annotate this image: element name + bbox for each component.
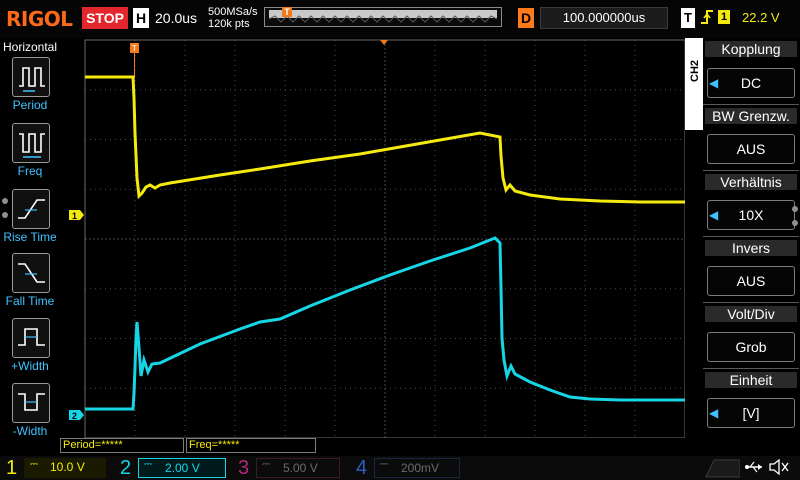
positive-width-icon — [18, 328, 45, 346]
menu-divider — [703, 236, 799, 237]
freq-icon — [19, 133, 45, 158]
period-icon — [19, 67, 45, 92]
negative-width-button[interactable] — [12, 383, 50, 423]
bw-limit-title: BW Grenzw. — [705, 108, 797, 124]
freq-button[interactable] — [12, 123, 50, 163]
menu-divider — [703, 170, 799, 171]
memory-window — [268, 10, 498, 23]
timebase-badge: H — [133, 8, 149, 28]
channel-menu-tag: CH2 — [685, 38, 703, 130]
ch4-number[interactable]: 4 — [356, 457, 367, 479]
unit-value[interactable]: [V] — [707, 398, 795, 428]
dc-coupling-icon: ⎓ — [262, 459, 270, 470]
ch3-number[interactable]: 3 — [238, 457, 249, 479]
waveform-display[interactable]: T 1 2 — [60, 38, 685, 438]
rise-time-label: Rise Time — [3, 230, 57, 244]
freq-label: Freq — [17, 164, 43, 178]
invert-value[interactable]: AUS — [707, 266, 795, 296]
period-measurement[interactable]: Period=***** — [60, 438, 184, 453]
fall-time-icon — [18, 263, 45, 283]
brand-logo: RIGOL — [6, 7, 73, 31]
left-arrow-icon: ◀ — [709, 208, 719, 222]
menu-divider — [703, 302, 799, 303]
status-tab-decoration — [705, 459, 740, 478]
negative-width-icon — [18, 393, 45, 411]
volts-div-title: Volt/Div — [705, 306, 797, 322]
rise-time-button[interactable] — [12, 189, 50, 229]
right-scroll-dot — [792, 206, 798, 212]
coupling-title: Kopplung — [705, 41, 797, 57]
coupling-value[interactable]: DC — [707, 68, 795, 98]
left-arrow-icon: ◀ — [709, 76, 719, 90]
positive-width-label: +Width — [11, 359, 49, 373]
fall-time-button[interactable] — [12, 253, 50, 293]
ch1-number[interactable]: 1 — [6, 457, 17, 479]
period-button[interactable] — [12, 57, 50, 97]
dc-coupling-icon: ⎓ — [30, 459, 38, 470]
unit-title: Einheit — [705, 372, 797, 388]
sample-rate: 500MSa/s — [208, 6, 258, 18]
left-arrow-icon: ◀ — [709, 406, 719, 420]
probe-ratio-title: Verhältnis — [705, 174, 797, 190]
dc-coupling-icon: ⎓ — [144, 459, 152, 470]
delay-badge: D — [518, 8, 534, 28]
trigger-level[interactable]: 22.2 V — [742, 10, 780, 25]
svg-text:T: T — [132, 44, 137, 53]
left-menu-title: Horizontal — [3, 40, 58, 54]
freq-measurement[interactable]: Freq=***** — [186, 438, 316, 453]
period-label: Period — [12, 98, 48, 112]
invert-title: Invers — [705, 240, 797, 256]
run-stop-status[interactable]: STOP — [82, 7, 128, 29]
probe-ratio-value[interactable]: 10X — [707, 200, 795, 230]
left-scroll-dot — [2, 212, 8, 218]
memory-trigger-marker: T — [282, 7, 292, 17]
memory-depth: 120k pts — [208, 18, 250, 30]
rise-time-icon — [18, 199, 45, 219]
trigger-source[interactable]: 1 — [718, 10, 730, 24]
svg-text:2: 2 — [72, 411, 77, 421]
right-scroll-dot — [792, 220, 798, 226]
usb-icon — [745, 461, 762, 473]
negative-width-label: -Width — [12, 424, 48, 438]
svg-text:1: 1 — [72, 211, 77, 221]
volts-div-value[interactable]: Grob — [707, 332, 795, 362]
sound-icon[interactable] — [768, 459, 790, 475]
memory-waveform-icon — [268, 15, 498, 23]
horizontal-delay-value[interactable]: 100.000000us — [540, 7, 668, 29]
left-scroll-dot — [2, 198, 8, 204]
menu-divider — [703, 104, 799, 105]
positive-width-button[interactable] — [12, 318, 50, 358]
trigger-badge: T — [681, 8, 695, 28]
ch2-number[interactable]: 2 — [120, 457, 131, 479]
rising-edge-icon — [700, 8, 714, 30]
menu-divider — [703, 368, 799, 369]
dc-coupling-icon: ⎓ — [380, 459, 388, 470]
bw-limit-value[interactable]: AUS — [707, 134, 795, 164]
fall-time-label: Fall Time — [5, 294, 55, 308]
timebase-value[interactable]: 20.0us — [155, 10, 197, 26]
